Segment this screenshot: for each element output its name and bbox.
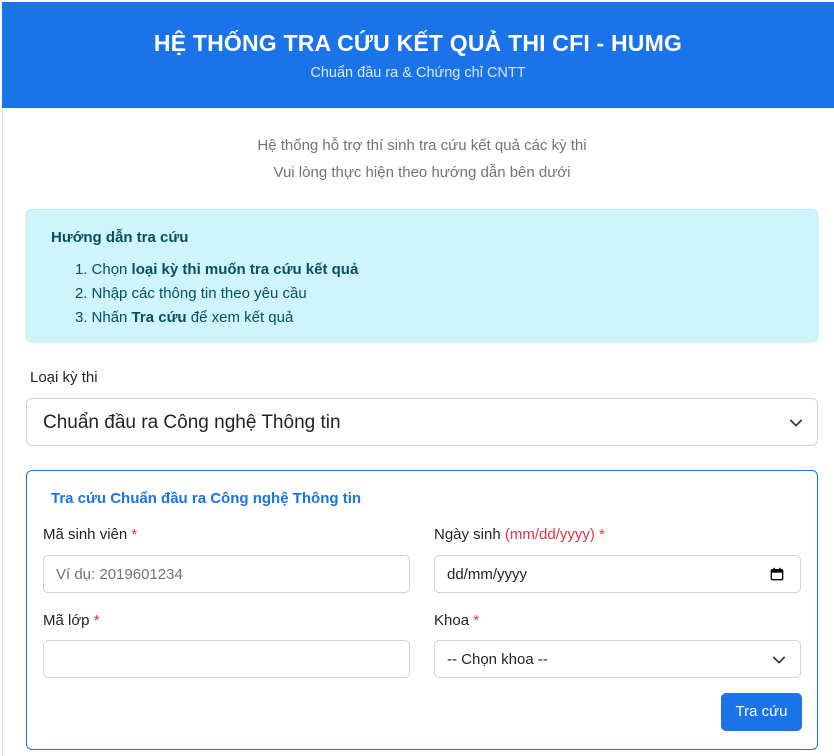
guide-steps: 1. Chọn loại kỳ thi muốn tra cứu kết quả … [75, 258, 358, 330]
step-text-end: để xem kết quả [186, 309, 294, 326]
class-code-input[interactable] [43, 640, 410, 678]
step-number: 3. [75, 309, 88, 326]
birthdate-input[interactable]: dd/mm/yyyy [434, 555, 801, 593]
student-id-label: Mã sinh viên * [43, 526, 137, 543]
submit-button[interactable]: Tra cứu [721, 693, 802, 731]
required-mark: * [131, 526, 138, 543]
exam-type-select[interactable]: Chuẩn đầu ra Công nghệ Thông tin [26, 398, 818, 446]
faculty-select[interactable]: -- Chọn khoa -- [434, 640, 801, 678]
intro-text-line2: Vui lòng thực hiện theo hướng dẫn bên dư… [273, 164, 571, 181]
birthdate-label: Ngày sinh (mm/dd/yyyy) * [434, 526, 605, 543]
student-id-label-text: Mã sinh viên [43, 526, 128, 543]
guide-heading: Hướng dẫn tra cứu [51, 229, 189, 246]
faculty-label-text: Khoa [434, 612, 470, 629]
step-emphasis: Tra cứu [131, 309, 187, 326]
calendar-icon[interactable] [770, 567, 784, 581]
exam-type-label: Loại kỳ thi [30, 369, 98, 386]
form-title: Tra cứu Chuẩn đầu ra Công nghệ Thông tin [51, 490, 362, 507]
container-border [2, 108, 3, 756]
chevron-down-icon [772, 656, 786, 664]
page-title: HỆ THỐNG TRA CỨU KẾT QUẢ THI CFI - HUMG [153, 30, 683, 56]
birthdate-placeholder: dd/mm/yyyy [447, 566, 528, 583]
exam-type-selected: Chuẩn đầu ra Công nghệ Thông tin [43, 412, 341, 433]
class-code-label-text: Mã lớp [43, 612, 90, 629]
step-text: Nhập các thông tin theo yêu cầu [91, 285, 307, 302]
birthdate-label-text: Ngày sinh [434, 526, 501, 543]
guide-step-2: 2. Nhập các thông tin theo yêu cầu [75, 282, 358, 306]
step-emphasis: loại kỳ thi muốn tra cứu kết quả [131, 261, 359, 278]
intro-text-line1: Hệ thống hỗ trợ thí sinh tra cứu kết quả… [257, 137, 587, 154]
step-number: 1. [75, 261, 88, 278]
student-id-input[interactable] [43, 555, 410, 593]
lookup-form-card: Tra cứu Chuẩn đầu ra Công nghệ Thông tin… [26, 470, 818, 750]
required-mark: * [93, 612, 100, 629]
chevron-down-icon [789, 419, 803, 427]
guide-alert: Hướng dẫn tra cứu 1. Chọn loại kỳ thi muố… [26, 209, 818, 342]
page-header: HỆ THỐNG TRA CỨU KẾT QUẢ THI CFI - HUMG … [2, 2, 834, 108]
class-code-label: Mã lớp * [43, 612, 100, 629]
guide-step-1: 1. Chọn loại kỳ thi muốn tra cứu kết quả [75, 258, 358, 282]
faculty-selected: -- Chọn khoa -- [447, 651, 548, 668]
date-format-hint: (mm/dd/yyyy) [504, 526, 595, 543]
page-subtitle: Chuẩn đầu ra & Chứng chỉ CNTT [310, 65, 526, 81]
faculty-label: Khoa * [434, 612, 479, 629]
guide-step-3: 3. Nhấn Tra cứu để xem kết quả [75, 306, 358, 330]
step-text: Chọn [91, 261, 132, 278]
step-text: Nhấn [91, 309, 132, 326]
required-mark: * [473, 612, 480, 629]
step-number: 2. [75, 285, 88, 302]
required-mark: * [599, 526, 605, 543]
